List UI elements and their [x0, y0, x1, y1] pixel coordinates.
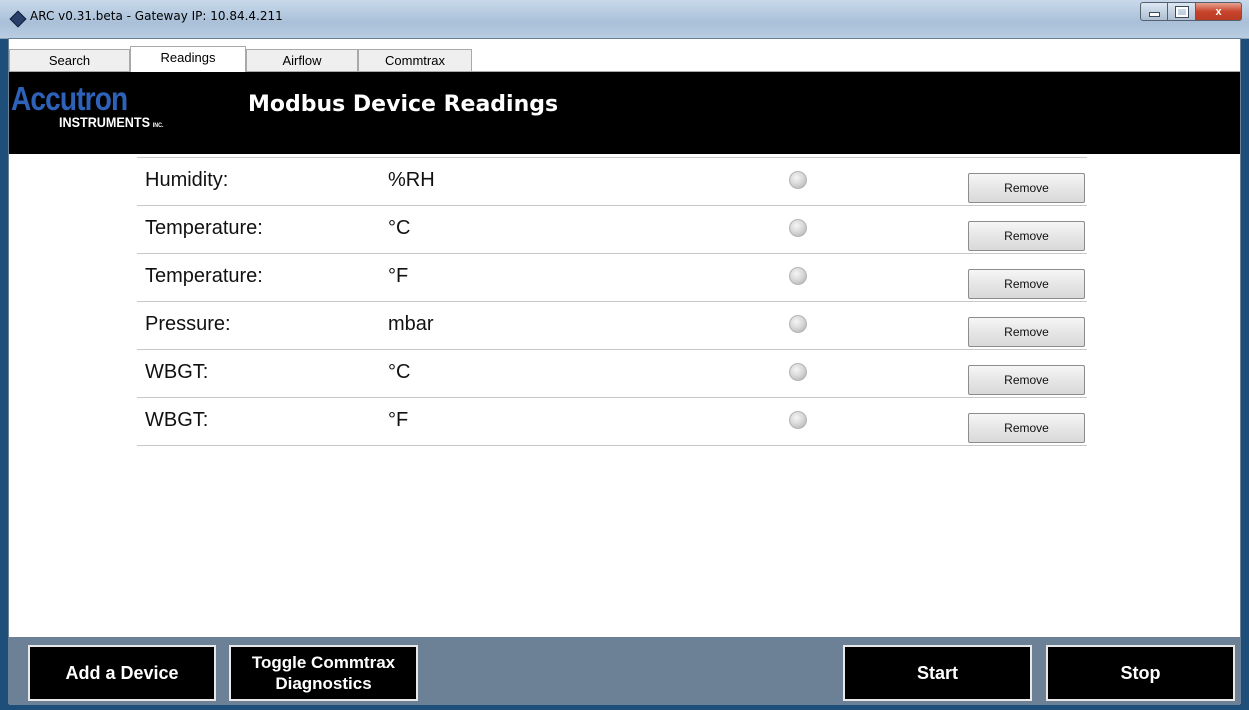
tab-airflow-label: Airflow	[282, 53, 322, 68]
tab-readings-label: Readings	[160, 50, 216, 65]
window-controls: x	[1140, 2, 1242, 22]
window-title: ARC v0.31.beta - Gateway IP: 10.84.4.211	[30, 9, 283, 23]
reading-unit: °C	[388, 217, 411, 239]
minimize-button[interactable]	[1140, 2, 1168, 21]
reading-row: Pressure: mbar Remove	[137, 302, 1087, 350]
tab-search-label: Search	[48, 53, 91, 68]
tab-strip: Search Readings Airflow Commtrax	[9, 39, 1240, 72]
remove-button[interactable]: Remove	[968, 221, 1085, 251]
toggle-diagnostics-button[interactable]: Toggle Commtrax Diagnostics	[229, 645, 418, 701]
reading-row: Humidity: %RH Remove	[137, 157, 1087, 206]
status-indicator-icon	[789, 219, 807, 237]
tab-readings[interactable]: Readings	[130, 46, 246, 72]
start-button[interactable]: Start	[843, 645, 1032, 701]
reading-label: Temperature:	[145, 265, 263, 287]
footer-toolbar: Add a Device Toggle Commtrax Diagnostics…	[9, 637, 1240, 705]
reading-row: WBGT: °F Remove	[137, 398, 1087, 446]
tab-search[interactable]: Search	[9, 49, 130, 71]
client-area: Search Readings Airflow Commtrax Accutro…	[8, 38, 1241, 705]
reading-label: WBGT:	[145, 409, 209, 431]
maximize-icon	[1174, 5, 1189, 18]
tab-commtrax[interactable]: Commtrax	[358, 49, 472, 71]
reading-row: Temperature: °C Remove	[137, 206, 1087, 254]
remove-button[interactable]: Remove	[968, 413, 1085, 443]
status-indicator-icon	[789, 171, 807, 189]
reading-label: Temperature:	[145, 217, 263, 239]
reading-label: Humidity:	[145, 169, 229, 191]
logo-wordmark: Accutron	[11, 80, 128, 117]
logo-subtext-label: INSTRUMENTS	[59, 114, 151, 130]
reading-unit: °F	[388, 265, 409, 287]
remove-button[interactable]: Remove	[968, 269, 1085, 299]
minimize-icon	[1148, 12, 1160, 17]
header-banner: Accutron INSTRUMENTS INC. Modbus Device R…	[9, 72, 1240, 154]
readings-list: Humidity: %RH Remove Temperature: °C Rem…	[137, 157, 1087, 446]
maximize-button[interactable]	[1168, 2, 1196, 21]
toggle-diagnostics-label: Toggle Commtrax Diagnostics	[251, 653, 396, 693]
reading-label: WBGT:	[145, 361, 209, 383]
reading-label: Pressure:	[145, 313, 231, 335]
app-icon	[9, 10, 27, 28]
page-title: Modbus Device Readings	[248, 92, 559, 117]
close-button[interactable]: x	[1196, 2, 1242, 21]
status-indicator-icon	[789, 411, 807, 429]
remove-button[interactable]: Remove	[968, 173, 1085, 203]
reading-unit: °F	[388, 409, 409, 431]
close-icon: x	[1215, 5, 1222, 18]
reading-unit: °C	[388, 361, 411, 383]
logo-subtext: INSTRUMENTS INC.	[59, 114, 164, 130]
remove-button[interactable]: Remove	[968, 365, 1085, 395]
status-indicator-icon	[789, 363, 807, 381]
status-indicator-icon	[789, 315, 807, 333]
add-device-button[interactable]: Add a Device	[28, 645, 216, 701]
app-window: ARC v0.31.beta - Gateway IP: 10.84.4.211…	[0, 0, 1249, 710]
remove-button[interactable]: Remove	[968, 317, 1085, 347]
tab-commtrax-label: Commtrax	[385, 53, 445, 68]
status-indicator-icon	[789, 267, 807, 285]
logo-inc: INC.	[152, 123, 164, 129]
reading-unit: mbar	[388, 313, 434, 335]
tab-airflow[interactable]: Airflow	[246, 49, 358, 71]
reading-unit: %RH	[388, 169, 435, 191]
title-bar[interactable]: ARC v0.31.beta - Gateway IP: 10.84.4.211…	[0, 0, 1249, 39]
stop-button[interactable]: Stop	[1046, 645, 1235, 701]
reading-row: WBGT: °C Remove	[137, 350, 1087, 398]
reading-row: Temperature: °F Remove	[137, 254, 1087, 302]
